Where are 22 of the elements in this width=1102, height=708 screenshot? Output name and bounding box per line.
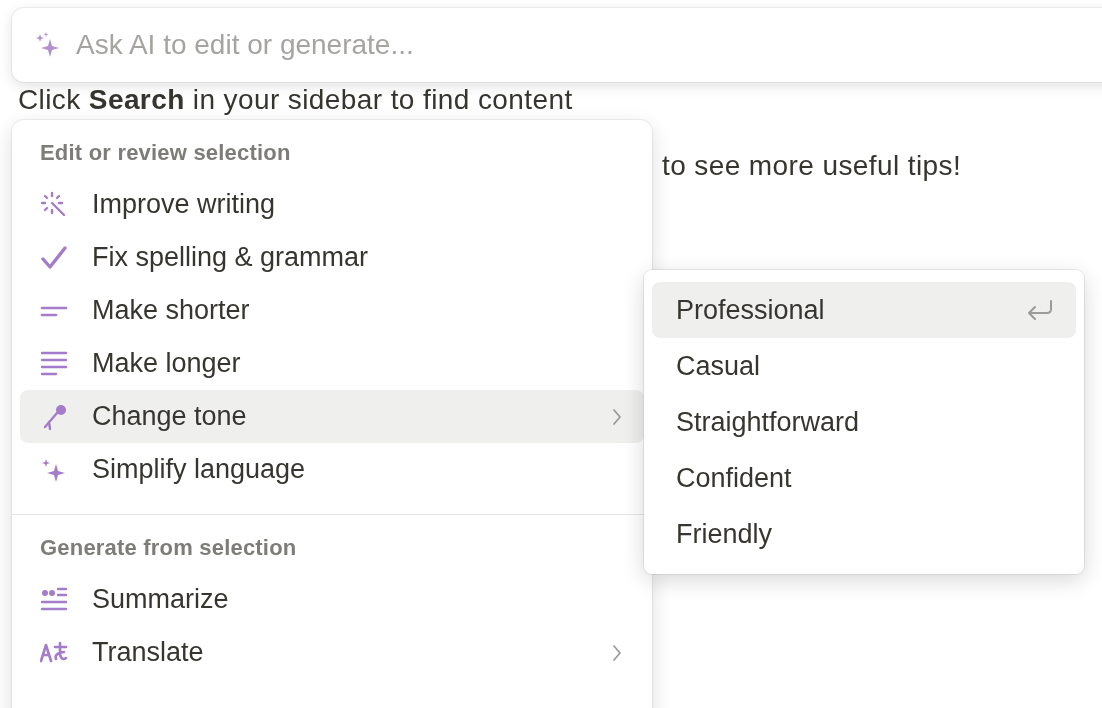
menu-item[interactable]: Translate [20, 626, 644, 679]
menu-item[interactable]: Make shorter [20, 284, 644, 337]
document-text: to see more useful tips! [662, 150, 962, 182]
menu-item[interactable]: Change tone [20, 390, 644, 443]
menu-item[interactable]: Confident [652, 450, 1076, 506]
menu-item[interactable]: Casual [652, 338, 1076, 394]
prompt-field[interactable]: Ask AI to edit or generate... [76, 29, 676, 61]
menu-item[interactable]: Fix spelling & grammar [20, 231, 644, 284]
checkmark-icon [40, 243, 68, 272]
menu-item[interactable]: Improve writing [20, 178, 644, 231]
menu-item[interactable]: Simplify language [20, 443, 644, 496]
text-lines-icon [40, 349, 68, 378]
menu-item[interactable]: Make longer [20, 337, 644, 390]
section-heading: Generate from selection [39, 534, 298, 562]
return-key-icon [1026, 299, 1054, 321]
magic-wand-icon [40, 190, 68, 219]
menu-item[interactable]: Friendly [652, 506, 1076, 562]
menu-item[interactable]: Professional [652, 282, 1076, 338]
document-text: Click Search in your sidebar to find content [18, 84, 573, 116]
menu-item[interactable]: Summarize [20, 573, 644, 626]
section-heading: Edit or review selection [39, 139, 292, 167]
menu-item[interactable]: Straightforward [652, 394, 1076, 450]
